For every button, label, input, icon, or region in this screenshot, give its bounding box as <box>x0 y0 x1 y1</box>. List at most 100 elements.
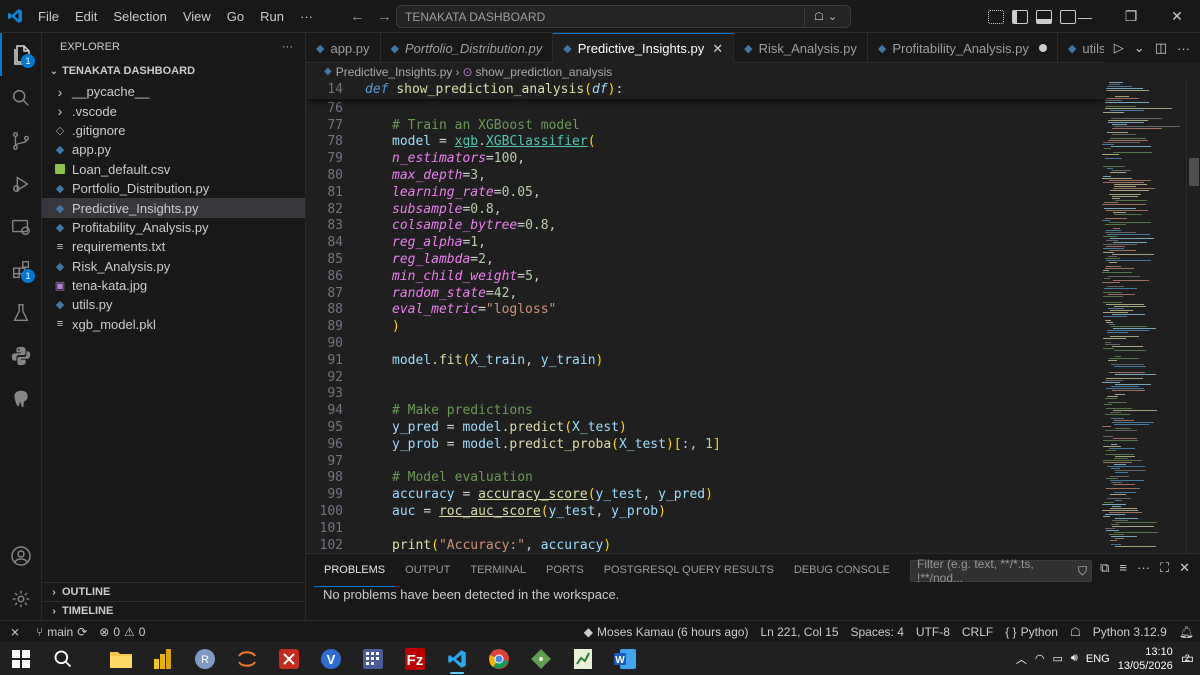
python-interpreter[interactable]: Python 3.12.9 <box>1087 625 1173 639</box>
indentation[interactable]: Spaces: 4 <box>845 625 910 639</box>
sticky-scroll-header[interactable]: 14 def show_prediction_analysis(df): <box>306 80 1106 99</box>
problems-filter-input[interactable]: Filter (e.g. text, **/*.ts, !**/nod... ⛉ <box>910 557 1092 585</box>
collapse-all-icon[interactable]: ⧉ <box>1100 560 1109 576</box>
file-explorer-icon[interactable] <box>100 642 142 675</box>
code-line[interactable]: 90 <box>306 335 1096 352</box>
filezilla-icon[interactable]: Fz <box>394 642 436 675</box>
file-tree-item[interactable]: › __pycache__ <box>42 82 305 101</box>
file-tree-item[interactable]: ◇ .gitignore <box>42 121 305 140</box>
filter-icon[interactable]: ⛉ <box>1078 564 1087 579</box>
menu-item[interactable]: File <box>30 0 67 33</box>
code-line[interactable]: 101 <box>306 520 1096 537</box>
menu-item[interactable]: Selection <box>105 0 174 33</box>
editor-tab[interactable]: ◆ Predictive_Insights.py ✕ <box>553 33 735 63</box>
notifications-bell-icon[interactable]: 🔔︎ <box>1173 625 1200 639</box>
run-file-icon[interactable]: ▷ <box>1114 40 1124 56</box>
vpn-app-icon[interactable]: V <box>310 642 352 675</box>
file-tree-item[interactable]: ▣ tena-kata.jpg <box>42 276 305 295</box>
code-editor[interactable]: 14 def show_prediction_analysis(df): 76 7… <box>306 80 1186 553</box>
close-tab-icon[interactable]: ✕ <box>712 41 723 57</box>
code-line[interactable]: 84 reg_alpha=1, <box>306 234 1096 251</box>
chevron-down-icon[interactable]: ⌄ <box>1134 40 1145 56</box>
editor-tab[interactable]: ◆ Risk_Analysis.py <box>734 33 868 63</box>
outline-section[interactable]: › OUTLINE <box>42 582 306 601</box>
file-tree-item[interactable]: Loan_default.csv <box>42 160 305 179</box>
remote-explorer-icon[interactable] <box>0 205 42 248</box>
code-line[interactable]: 78 model = xgb.XGBClassifier( <box>306 134 1096 151</box>
unsaved-dot-icon[interactable] <box>1038 44 1047 52</box>
word-icon[interactable]: W <box>604 642 646 675</box>
code-line[interactable]: 86 min_child_weight=5, <box>306 268 1096 285</box>
git-tool-icon[interactable] <box>520 642 562 675</box>
python-icon[interactable] <box>0 334 42 377</box>
panel-tab[interactable]: POSTGRESQL QUERY RESULTS <box>594 554 784 587</box>
wifi-icon[interactable]: ◠ <box>1035 652 1045 665</box>
power-bi-icon[interactable] <box>142 642 184 675</box>
explorer-more-button[interactable]: ··· <box>282 41 293 53</box>
calculator-grid-icon[interactable] <box>352 642 394 675</box>
scrollbar-thumb[interactable] <box>1189 158 1199 186</box>
battery-icon[interactable]: ▭ <box>1053 652 1063 665</box>
customize-layout-icon[interactable] <box>988 9 1004 24</box>
code-line[interactable]: 88 eval_metric="logloss" <box>306 302 1096 319</box>
account-icon[interactable] <box>0 534 42 577</box>
vscode-taskbar-icon[interactable] <box>436 642 478 675</box>
editor-tab[interactable]: ◆ Profitability_Analysis.py <box>868 33 1058 63</box>
toggle-panel-icon[interactable] <box>1036 9 1052 24</box>
back-arrow-icon[interactable]: ← <box>350 8 365 25</box>
code-line[interactable]: 81 learning_rate=0.05, <box>306 184 1096 201</box>
testing-icon[interactable] <box>0 291 42 334</box>
encoding[interactable]: UTF-8 <box>910 625 956 639</box>
code-line[interactable]: 83 colsample_bytree=0.8, <box>306 218 1096 235</box>
branch-status[interactable]: ⑂ main ⟳ <box>30 625 93 639</box>
toggle-sidebar-icon[interactable] <box>1012 9 1028 24</box>
code-line[interactable]: 96 y_prob = model.predict_proba(X_test)[:… <box>306 436 1096 453</box>
code-line[interactable]: 82 subsample=0.8, <box>306 201 1096 218</box>
menu-item[interactable]: Run <box>252 0 292 33</box>
code-line[interactable]: 98 # Model evaluation <box>306 470 1096 487</box>
vertical-scrollbar[interactable] <box>1186 80 1200 553</box>
code-line[interactable]: 87 random_state=42, <box>306 285 1096 302</box>
chrome-icon[interactable] <box>478 642 520 675</box>
code-line[interactable]: 79 n_estimators=100, <box>306 150 1096 167</box>
code-line[interactable]: 94 # Make predictions <box>306 402 1096 419</box>
view-as-list-icon[interactable]: ≡ <box>1119 560 1127 576</box>
command-center[interactable]: TENAKATA DASHBOARD ☖ ⌄ <box>396 5 851 28</box>
file-tree-item[interactable]: ◆ utils.py <box>42 295 305 314</box>
restore-icon[interactable]: ❐ <box>1108 0 1154 33</box>
code-line[interactable]: 93 <box>306 386 1096 403</box>
copilot-status-icon[interactable]: ☖ <box>1064 625 1087 639</box>
editor-tab[interactable]: ◆ Portfolio_Distribution.py <box>381 33 554 63</box>
code-line[interactable]: 76 <box>306 100 1096 117</box>
file-tree-item[interactable]: ◆ Risk_Analysis.py <box>42 257 305 276</box>
code-line[interactable]: 99 accuracy = accuracy_score(y_test, y_pr… <box>306 486 1096 503</box>
snipping-tool-icon[interactable] <box>268 642 310 675</box>
code-line[interactable]: 91 model.fit(X_train, y_train) <box>306 352 1096 369</box>
more-icon[interactable]: ··· <box>1137 560 1150 576</box>
notification-center-icon[interactable]: ▭ 2 <box>1181 650 1194 667</box>
taskbar-search-icon[interactable] <box>42 642 84 675</box>
file-tree-item[interactable]: ◆ Profitability_Analysis.py <box>42 218 305 237</box>
notepad-chart-icon[interactable] <box>562 642 604 675</box>
language-mode[interactable]: { } Python <box>999 625 1064 639</box>
windows-start-icon[interactable] <box>0 642 42 675</box>
maximize-panel-icon[interactable]: ⛶ <box>1160 560 1169 576</box>
code-line[interactable]: 92 <box>306 369 1096 386</box>
minimap[interactable] <box>1096 80 1186 553</box>
source-control-icon[interactable] <box>0 119 42 162</box>
minimize-icon[interactable]: — <box>1062 0 1108 33</box>
end-of-line[interactable]: CRLF <box>956 625 999 639</box>
settings-gear-icon[interactable] <box>0 577 42 620</box>
extensions-icon[interactable]: 1 <box>0 248 42 291</box>
menu-item[interactable]: View <box>175 0 219 33</box>
breadcrumb-symbol[interactable]: show_prediction_analysis <box>476 65 613 79</box>
code-line[interactable]: 85 reg_lambda=2, <box>306 251 1096 268</box>
code-line[interactable]: 77 # Train an XGBoost model <box>306 117 1096 134</box>
close-panel-icon[interactable]: ✕ <box>1179 560 1190 576</box>
file-tree-item[interactable]: ◆ app.py <box>42 140 305 159</box>
cursor-position[interactable]: Ln 221, Col 15 <box>754 625 844 639</box>
run-debug-icon[interactable] <box>0 162 42 205</box>
more-actions-icon[interactable]: ··· <box>1177 41 1190 56</box>
search-icon[interactable] <box>0 76 42 119</box>
panel-tab[interactable]: TERMINAL <box>460 554 536 587</box>
